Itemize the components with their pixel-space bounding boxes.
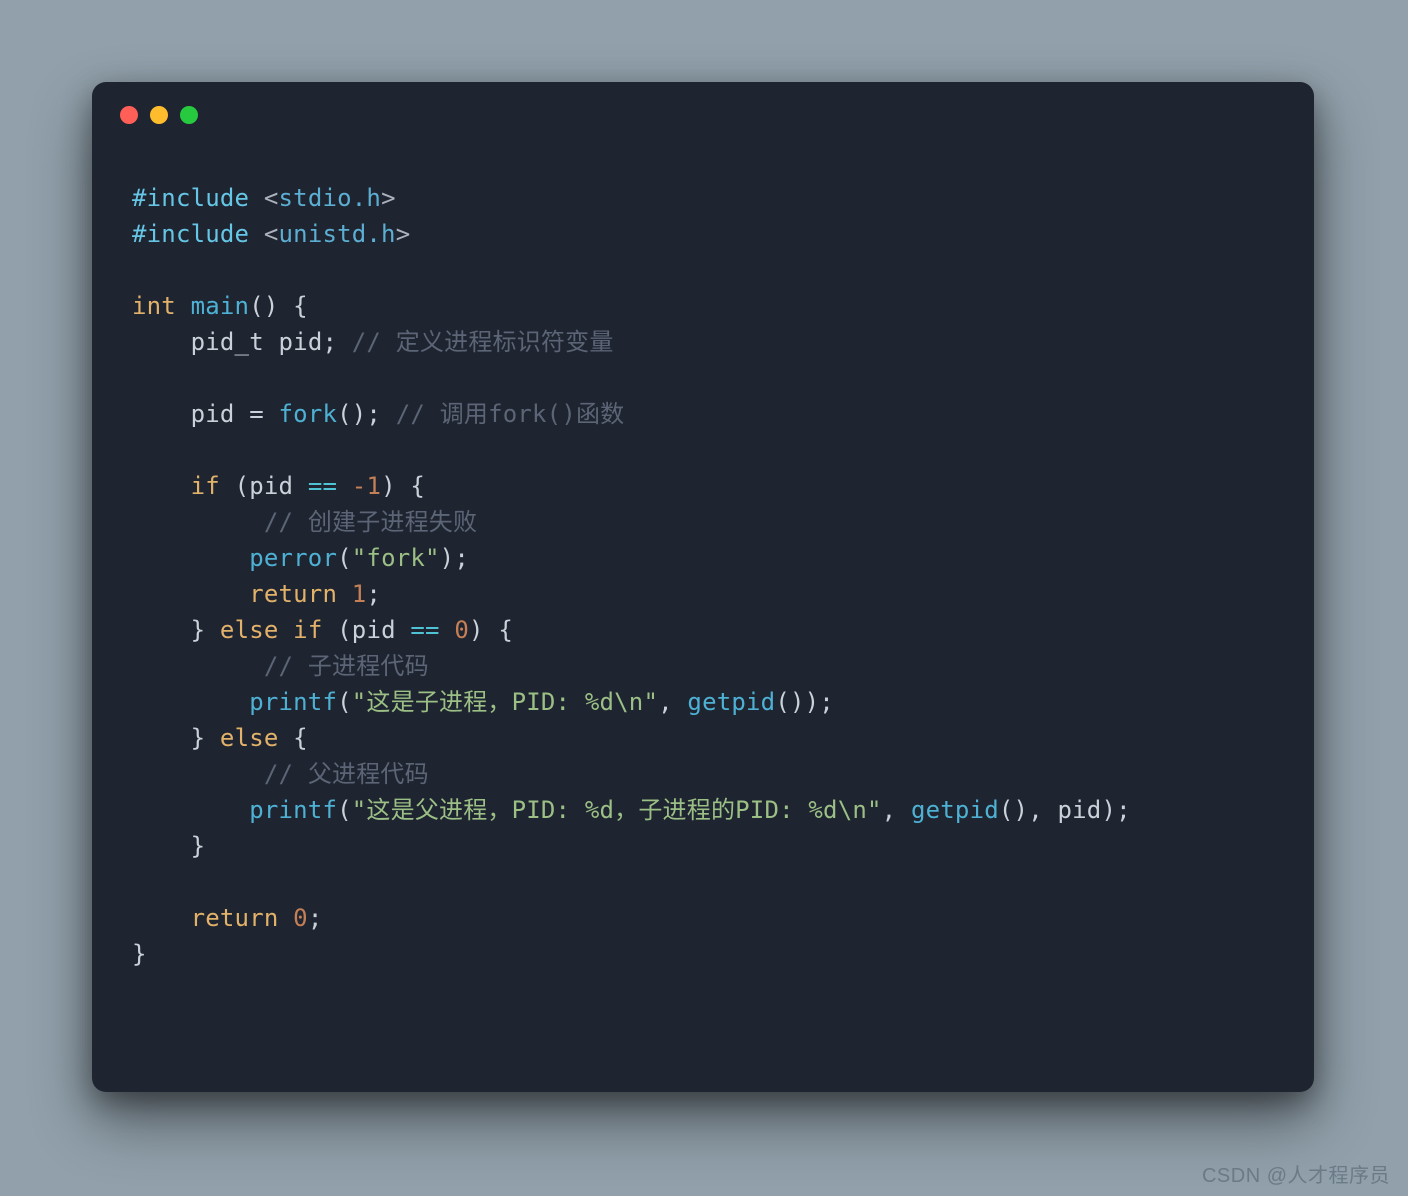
indent: [132, 652, 249, 680]
fn-main: main: [191, 292, 250, 320]
fn-printf: printf: [249, 688, 337, 716]
fn-fork: fork: [279, 400, 338, 428]
kw-int: int: [132, 292, 176, 320]
comment-slash: //: [337, 328, 396, 356]
num-1: 1: [352, 580, 367, 608]
str-child: "这是子进程，PID: %d\n": [352, 688, 658, 716]
close-brace: }: [191, 832, 206, 860]
indent: [132, 508, 249, 536]
kw-if: if: [191, 472, 220, 500]
space: [264, 328, 279, 356]
semi: ;: [308, 904, 323, 932]
angle-close-1: >: [381, 184, 396, 212]
main-brace: {: [279, 292, 308, 320]
id-pid: pid: [1058, 796, 1102, 824]
num-0: 0: [454, 616, 469, 644]
comment-fork: 调用fork()函数: [440, 400, 625, 428]
fn-perror: perror: [249, 544, 337, 572]
else-brace: {: [279, 724, 308, 752]
indent: [132, 904, 191, 932]
indent: [132, 796, 249, 824]
main-parens: (): [249, 292, 278, 320]
getpid-call: (): [775, 688, 804, 716]
header-unistd: unistd.h: [279, 220, 396, 248]
id-pid: pid: [279, 328, 323, 356]
op-eq: ==: [293, 472, 352, 500]
type-pid_t: pid_t: [191, 328, 264, 356]
angle-open-1: <: [249, 184, 278, 212]
watermark-text: CSDN @人才程序员: [1202, 1159, 1390, 1188]
fn-printf: printf: [249, 796, 337, 824]
kw-elseif-if: if: [279, 616, 323, 644]
id-pid: pid: [249, 472, 293, 500]
getpid-call: (): [999, 796, 1028, 824]
if-open: (: [220, 472, 249, 500]
directive-include1: #include: [132, 184, 249, 212]
space: [337, 580, 352, 608]
kw-return: return: [249, 580, 337, 608]
comment-def: 定义进程标识符变量: [396, 328, 614, 356]
indent: [132, 724, 191, 752]
comment-slash: //: [249, 760, 308, 788]
kw-else: else: [220, 616, 279, 644]
final-close-brace: }: [132, 940, 147, 968]
op-eq: ==: [396, 616, 455, 644]
num-0: 0: [293, 904, 308, 932]
indent: [132, 400, 191, 428]
perror-open: (: [337, 544, 352, 572]
indent: [132, 616, 191, 644]
str-fork: "fork": [352, 544, 440, 572]
code-window: #include <stdio.h> #include <unistd.h> i…: [92, 82, 1314, 1092]
comment-parent: 父进程代码: [308, 760, 429, 788]
comma: ,: [658, 688, 687, 716]
pid-assign: pid =: [191, 400, 279, 428]
comment-fail: 创建子进程失败: [308, 508, 477, 536]
elseif-open: (: [322, 616, 351, 644]
zoom-icon[interactable]: [180, 106, 198, 124]
indent: [132, 544, 249, 572]
perror-close: );: [440, 544, 469, 572]
id-pid: pid: [352, 616, 396, 644]
close-else: }: [191, 724, 220, 752]
comma: ,: [882, 796, 911, 824]
if-close: ) {: [381, 472, 425, 500]
semi: ;: [322, 328, 337, 356]
fork-call: ();: [337, 400, 381, 428]
comment-slash: //: [381, 400, 440, 428]
indent: [132, 832, 191, 860]
close-else-if: }: [191, 616, 220, 644]
comma: ,: [1028, 796, 1057, 824]
str-parent: "这是父进程，PID: %d，子进程的PID: %d\n": [352, 796, 882, 824]
comment-slash: //: [249, 652, 308, 680]
printf-open: (: [337, 796, 352, 824]
comment-slash: //: [249, 508, 308, 536]
close-icon[interactable]: [120, 106, 138, 124]
printf-close: );: [805, 688, 834, 716]
printf-close: );: [1101, 796, 1130, 824]
space: [176, 292, 191, 320]
minimize-icon[interactable]: [150, 106, 168, 124]
fn-getpid: getpid: [687, 688, 775, 716]
indent: [132, 472, 191, 500]
window-controls: [120, 106, 198, 124]
header-stdio: stdio.h: [279, 184, 382, 212]
indent: [132, 580, 249, 608]
angle-open-2: <: [249, 220, 278, 248]
indent: [132, 760, 249, 788]
indent: [132, 688, 249, 716]
fn-getpid: getpid: [911, 796, 999, 824]
elseif-close: ) {: [469, 616, 513, 644]
printf-open: (: [337, 688, 352, 716]
code-block: #include <stdio.h> #include <unistd.h> i…: [132, 180, 1131, 972]
kw-return: return: [191, 904, 279, 932]
num-neg1: -1: [352, 472, 381, 500]
semi: ;: [366, 580, 381, 608]
indent: [132, 328, 191, 356]
space: [279, 904, 294, 932]
comment-child: 子进程代码: [308, 652, 429, 680]
kw-else: else: [220, 724, 279, 752]
directive-include2: #include: [132, 220, 249, 248]
angle-close-2: >: [396, 220, 411, 248]
